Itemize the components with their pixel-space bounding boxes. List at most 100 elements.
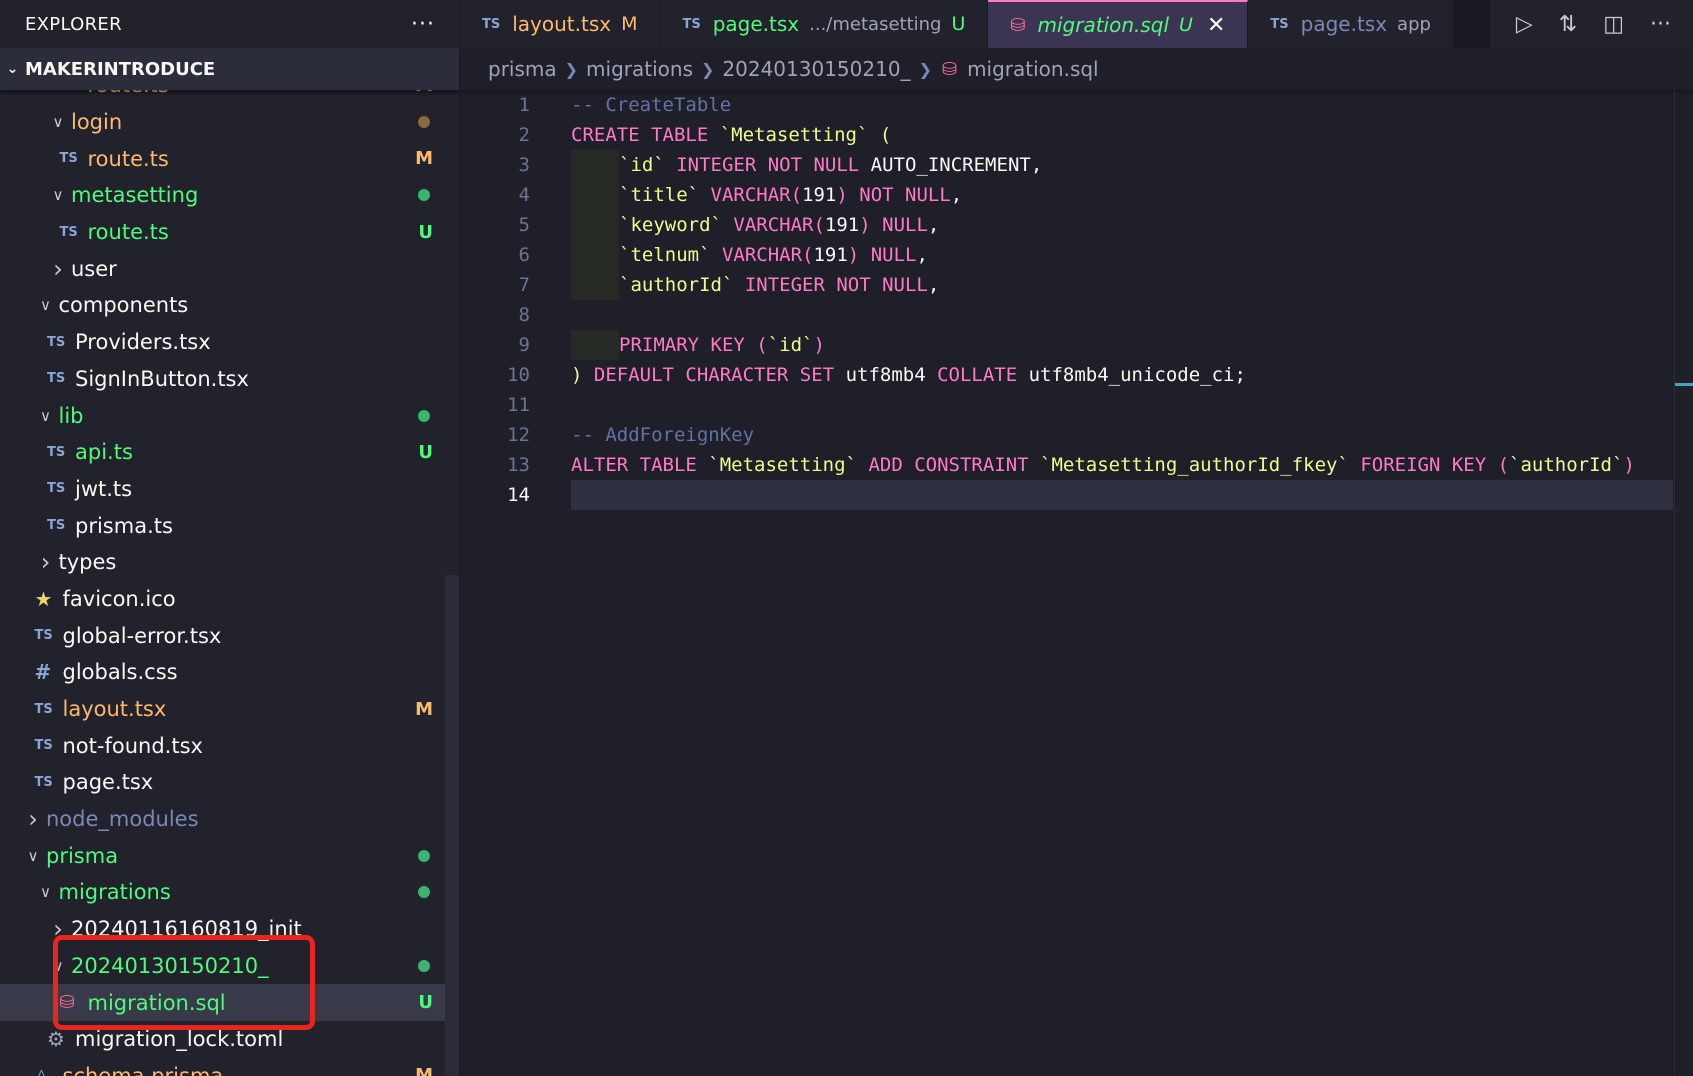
tree-item-label: prisma.ts <box>75 513 173 538</box>
code-token: COLLATE <box>937 364 1029 386</box>
code-line[interactable]: CREATE TABLE `Metasetting` ( <box>571 120 1693 150</box>
code-token: VARCHAR( <box>699 184 803 206</box>
tree-item-label: 20240116160819_init <box>71 917 302 942</box>
tree-file[interactable]: TSroute.tsM <box>0 90 459 104</box>
tree-file[interactable]: TS not-found.tsx <box>0 727 459 764</box>
code-line[interactable]: ALTER TABLE `Metasetting` ADD CONSTRAINT… <box>571 450 1693 480</box>
indent-guide <box>571 150 619 180</box>
editor-tab[interactable]: TS layout.tsx M <box>460 0 661 48</box>
tree-folder[interactable]: › node_modules <box>0 801 459 838</box>
prisma-icon: △ <box>34 1065 49 1076</box>
breadcrumb-item[interactable]: migrations <box>586 57 693 81</box>
code-line[interactable] <box>571 480 1673 510</box>
code-line[interactable]: `id` INTEGER NOT NULL AUTO_INCREMENT, <box>571 150 1693 180</box>
git-status-badge: U <box>418 221 433 243</box>
code-area[interactable]: -- CreateTable CREATE TABLE `Metasetting`… <box>571 90 1693 510</box>
typescript-file-icon: TS <box>34 701 53 717</box>
tree-item-label: Providers.tsx <box>75 330 211 355</box>
tree-item-label: metasetting <box>71 183 199 208</box>
tree-item-label: login <box>71 110 123 135</box>
tree-folder[interactable]: › user <box>0 250 459 287</box>
tree-folder[interactable]: ∨ prisma <box>0 837 459 874</box>
code-line[interactable]: `telnum` VARCHAR(191) NULL, <box>571 240 1693 270</box>
tree-file[interactable]: TS route.ts U <box>0 214 459 251</box>
breadcrumb-item[interactable]: 20240130150210_ <box>722 57 910 81</box>
tree-item-label: page.tsx <box>62 770 154 795</box>
code-line[interactable]: PRIMARY KEY (`id`) <box>571 330 1693 360</box>
code-line[interactable]: `authorId` INTEGER NOT NULL, <box>571 270 1693 300</box>
tree-file[interactable]: TSroute.tsM <box>0 140 459 177</box>
indent-guide <box>571 240 619 270</box>
breadcrumb-item[interactable]: migration.sql <box>967 57 1099 81</box>
indent-guide <box>571 210 619 240</box>
css-file-icon: # <box>34 660 52 685</box>
tab-label: migration.sql <box>1037 13 1170 37</box>
tree-file[interactable]: ⛁ migration.sql U <box>0 984 459 1021</box>
tree-file[interactable]: TS api.ts U <box>0 434 459 471</box>
code-token: `telnum` <box>619 244 711 266</box>
code-line[interactable]: -- AddForeignKey <box>571 420 1693 450</box>
code-token: , <box>950 184 963 206</box>
tree-folder[interactable]: › types <box>0 544 459 581</box>
tree-file[interactable]: ⚙ migration_lock.toml <box>0 1021 459 1058</box>
editor-tab[interactable]: TS page.tsx app <box>1248 0 1454 48</box>
tree-file[interactable]: △ schema.prisma M <box>0 1058 459 1076</box>
code-line[interactable] <box>571 300 1693 330</box>
tree-file[interactable]: # globals.css <box>0 654 459 691</box>
code-token: 191 <box>813 244 848 266</box>
project-name: MAKERINTRODUCE <box>25 58 216 80</box>
tree-file[interactable]: ★ favicon.ico <box>0 581 459 618</box>
tree-folder[interactable]: ∨ 20240130150210_ <box>0 948 459 985</box>
code-token: VARCHAR( <box>710 244 814 266</box>
line-number-gutter: 1 2 3 4 5 6 7 8 9 10 11 12 13 14 <box>460 90 530 510</box>
chevron-right-icon: › <box>28 805 38 834</box>
code-token: `Metasetting` <box>719 124 869 146</box>
tree-item-label: layout.tsx <box>62 697 167 722</box>
project-section-header[interactable]: ⌄ MAKERINTRODUCE <box>0 48 459 90</box>
tree-item-label: not-found.tsx <box>62 733 203 758</box>
tree-folder[interactable]: ∨ migrations <box>0 874 459 911</box>
compare-changes-icon[interactable]: ⇅ <box>1559 12 1577 37</box>
scroll-marker <box>1675 383 1693 386</box>
chevron-down-icon: ∨ <box>40 406 51 425</box>
code-token: VARCHAR( <box>721 214 825 236</box>
git-status-badge: U <box>418 441 433 463</box>
tree-file[interactable]: TS jwt.ts <box>0 471 459 508</box>
code-token: INTEGER NOT NULL <box>664 154 871 176</box>
more-actions-icon[interactable]: ··· <box>411 12 435 37</box>
run-icon[interactable]: ▷ <box>1516 12 1533 37</box>
editor-tab[interactable]: TS page.tsx .../metasetting U <box>660 0 989 48</box>
close-icon[interactable]: ✕ <box>1207 13 1225 38</box>
sidebar-scrollbar[interactable] <box>445 575 459 1076</box>
editor-tab-bar: TS layout.tsx M TS page.tsx .../metasetting U ⛁… <box>460 0 1693 48</box>
code-line[interactable]: ) DEFAULT CHARACTER SET utf8mb4 COLLATE … <box>571 360 1693 390</box>
editor-tab[interactable]: ⛁ migration.sql U ✕ <box>988 0 1249 48</box>
code-line[interactable]: -- CreateTable <box>571 90 1693 120</box>
tree-item-label: lib <box>58 403 84 428</box>
tree-item-label: jwt.ts <box>75 476 133 501</box>
gear-icon: ⚙ <box>47 1027 65 1052</box>
code-editor[interactable]: 1 2 3 4 5 6 7 8 9 10 11 12 13 14 -- CreateTable CREATE… <box>460 90 1693 1076</box>
tree-file[interactable]: TS Providers.tsx <box>0 324 459 361</box>
tree-folder[interactable]: ∨ lib <box>0 397 459 434</box>
code-line[interactable]: `title` VARCHAR(191) NOT NULL, <box>571 180 1693 210</box>
more-actions-icon[interactable]: ··· <box>1650 12 1671 37</box>
tree-folder[interactable]: › 20240116160819_init <box>0 911 459 948</box>
code-token: ADD CONSTRAINT <box>857 454 1041 476</box>
tree-folder[interactable]: ∨ metasetting <box>0 177 459 214</box>
tree-folder[interactable]: ∨ login <box>0 104 459 141</box>
breadcrumb-item[interactable]: prisma <box>488 57 557 81</box>
tree-file[interactable]: TS SignInButton.tsx <box>0 361 459 398</box>
code-token: , <box>927 274 940 296</box>
line-number: 9 <box>518 334 530 356</box>
tree-folder[interactable]: ∨ components <box>0 287 459 324</box>
code-line[interactable]: `keyword` VARCHAR(191) NULL, <box>571 210 1693 240</box>
tree-file[interactable]: TS global-error.tsx <box>0 617 459 654</box>
tree-file[interactable]: TS layout.tsx M <box>0 691 459 728</box>
tree-file[interactable]: TS page.tsx <box>0 764 459 801</box>
line-number: 10 <box>507 364 530 386</box>
split-editor-icon[interactable]: ◫ <box>1603 12 1624 37</box>
star-icon: ★ <box>34 586 53 611</box>
tree-file[interactable]: TS prisma.ts <box>0 507 459 544</box>
code-line[interactable] <box>571 390 1693 420</box>
